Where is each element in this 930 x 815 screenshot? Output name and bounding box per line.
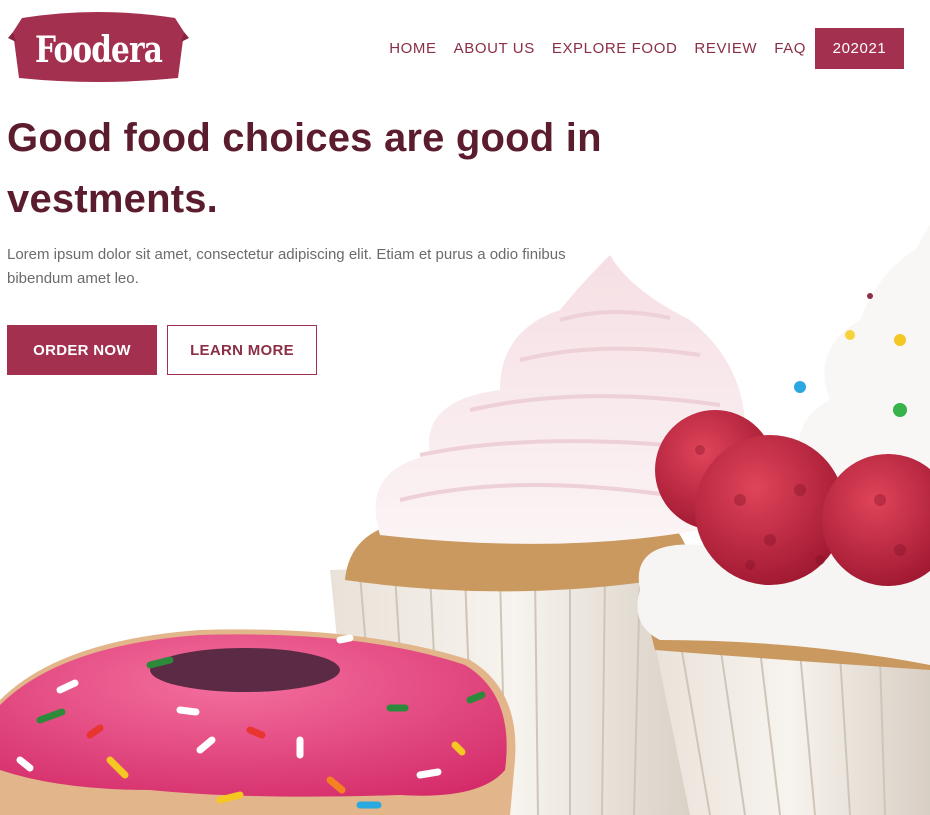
logo-text: Foodera <box>34 28 163 71</box>
order-now-button[interactable]: ORDER NOW <box>7 325 157 375</box>
nav-about-us[interactable]: ABOUT US <box>454 40 535 57</box>
hero-title: Good food choices are good in vestments. <box>7 116 602 221</box>
nav-explore-food[interactable]: EXPLORE FOOD <box>552 40 678 57</box>
nav-review[interactable]: REVIEW <box>694 40 757 57</box>
brand-logo[interactable]: Foodera <box>8 12 189 85</box>
nav-cta-button[interactable]: 202021 <box>815 28 904 69</box>
main-navigation: HOME ABOUT US EXPLORE FOOD REVIEW FAQ 20… <box>389 28 904 69</box>
nav-home[interactable]: HOME <box>389 40 436 57</box>
hero-description: Lorem ipsum dolor sit amet, consectetur … <box>7 246 566 287</box>
donut <box>0 629 516 815</box>
nav-faq[interactable]: FAQ <box>774 40 806 57</box>
learn-more-button[interactable]: LEARN MORE <box>167 325 317 375</box>
